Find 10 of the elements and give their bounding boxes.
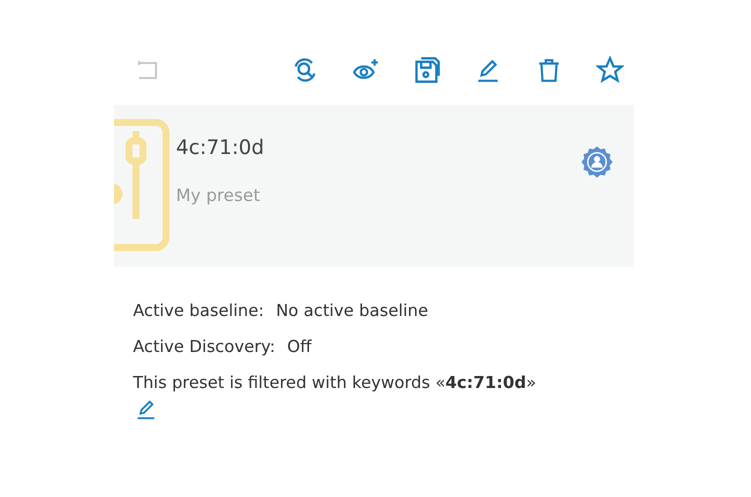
preset-title: 4c:71:0d bbox=[176, 135, 266, 159]
filter-note: This preset is filtered with keywords «4c:71:0d» bbox=[133, 373, 538, 392]
detail-value: Off bbox=[287, 337, 312, 356]
detail-label: Active Discovery: bbox=[133, 337, 276, 356]
detail-value: No active baseline bbox=[276, 301, 428, 320]
star-icon[interactable] bbox=[596, 56, 624, 84]
user-badge-icon bbox=[580, 145, 614, 179]
preset-subtitle: My preset bbox=[176, 186, 261, 206]
save-icon[interactable] bbox=[413, 56, 441, 84]
detail-label: Active baseline: bbox=[133, 301, 264, 320]
